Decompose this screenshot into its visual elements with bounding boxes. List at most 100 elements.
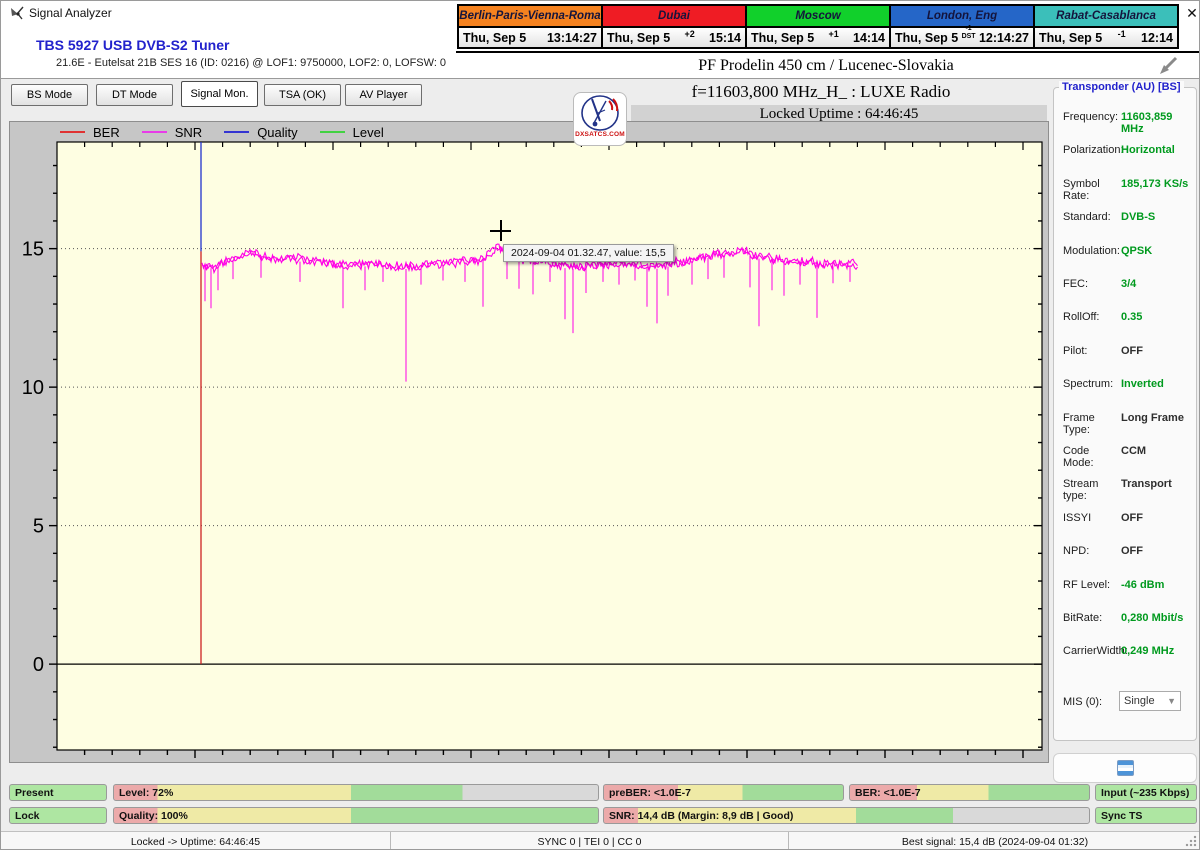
- clock-date: Thu, Sep 5: [751, 30, 815, 45]
- tab-dt-mode[interactable]: DT Mode: [96, 84, 173, 106]
- signal-title: f=11603,800 MHz_H_ : LUXE Radio: [691, 82, 951, 101]
- tp-row: Spectrum: Inverted: [1063, 378, 1193, 390]
- value-tooltip: 2024-09-04 01.32.47, value: 15,5: [503, 244, 674, 262]
- clock-city-name: Berlin-Paris-Vienna-Roma: [459, 6, 601, 28]
- clock-city-3: Moscow Thu, Sep 5 +1 14:14: [747, 6, 891, 47]
- clock-close-icon[interactable]: ✕: [1184, 5, 1199, 21]
- tp-field-label: Symbol Rate:: [1063, 177, 1100, 202]
- divider: [1, 78, 1199, 79]
- tp-field-value: 11603,859 MHz: [1121, 111, 1173, 135]
- clock-time-row: Thu, Sep 5 +1 14:14: [747, 28, 889, 47]
- tp-field-value: Horizontal: [1121, 144, 1175, 157]
- clock-city-name: Rabat-Casablanca: [1035, 6, 1177, 28]
- tp-field-label: CarrierWidth:: [1063, 645, 1128, 658]
- tp-field-label: ISSYI: [1063, 511, 1092, 524]
- gauge-preber: preBER: <1.0E-7: [603, 784, 844, 801]
- gauge-quality: Quality: 100%: [113, 807, 599, 824]
- tp-field-value: DVB-S: [1121, 211, 1156, 224]
- tp-field-label: Pilot:: [1063, 344, 1088, 357]
- clock-city-name: Moscow: [747, 6, 889, 28]
- clock-date: Thu, Sep 5: [1039, 30, 1103, 45]
- tp-field-value: OFF: [1121, 511, 1143, 524]
- tab-bs-mode[interactable]: BS Mode: [11, 84, 88, 106]
- tp-field-value: CCM: [1121, 445, 1147, 457]
- dst-offset: -1: [965, 25, 972, 33]
- status-sync: SYNC 0 | TEI 0 | CC 0: [391, 832, 789, 849]
- disk-icon[interactable]: [1116, 760, 1134, 776]
- tp-field-value: Long Frame: [1121, 411, 1184, 424]
- tp-field-label: NPD:: [1063, 545, 1090, 558]
- tp-field-label: Polarization:: [1063, 144, 1124, 157]
- mis-label: MIS (0):: [1063, 696, 1103, 708]
- clock-offset: +1: [828, 28, 839, 39]
- tp-field-value: OFF: [1121, 545, 1143, 558]
- gauge-ber: BER: <1.0E-7: [849, 784, 1090, 801]
- clock-date: Thu, Sep 5: [895, 30, 959, 45]
- tp-row: Frame Type: Long Frame: [1063, 412, 1193, 436]
- clock-city-name: Dubai: [603, 6, 745, 28]
- mis-dropdown[interactable]: Single ▼: [1119, 691, 1181, 711]
- clock-date: Thu, Sep 5: [607, 30, 671, 45]
- clock-offset: -1: [1117, 28, 1126, 39]
- clock-time: 12:14: [1141, 30, 1173, 45]
- tab-av-player[interactable]: AV Player: [345, 84, 422, 106]
- svg-text:0: 0: [33, 654, 44, 676]
- tp-row: Pilot: OFF: [1063, 345, 1193, 357]
- tp-row: Frequency: 11603,859 MHz: [1063, 111, 1193, 135]
- clock-time-row: Thu, Sep 5 13:14:27: [459, 28, 601, 47]
- svg-text:5: 5: [33, 516, 44, 538]
- tp-field-label: Stream type:: [1063, 478, 1099, 503]
- clock-date: Thu, Sep 5: [463, 30, 527, 45]
- tab-signal-mon[interactable]: Signal Mon.: [181, 81, 258, 107]
- clock-time-row: Thu, Sep 5 -1 DST 12:14:27: [891, 25, 1033, 47]
- tp-row: RollOff: 0.35: [1063, 311, 1193, 323]
- tp-row: NPD: OFF: [1063, 545, 1193, 557]
- tp-field-label: Code Mode:: [1063, 445, 1094, 469]
- tp-row: CarrierWidth: 0,249 MHz: [1063, 645, 1193, 657]
- clock-city-2: Dubai Thu, Sep 5 +2 15:14: [603, 6, 747, 47]
- tp-field-value: Transport: [1121, 478, 1172, 491]
- tp-field-label: Spectrum:: [1063, 378, 1114, 391]
- tp-field-value: QPSK: [1121, 244, 1153, 257]
- tp-row: Standard: DVB-S: [1063, 211, 1193, 223]
- resize-grip[interactable]: [1185, 835, 1197, 847]
- chevron-down-icon: ▼: [1167, 696, 1176, 706]
- signal-chart-area: BER SNR Quality Level 0 5 10 15: [9, 121, 1049, 763]
- tp-field-label: RollOff:: [1063, 311, 1100, 324]
- logo-text: DXSATCS.COM: [575, 131, 625, 138]
- gauge-sync-ts: Sync TS: [1095, 807, 1197, 824]
- tp-field-label: FEC:: [1063, 278, 1089, 290]
- snapshot-box: [1053, 753, 1197, 783]
- tp-field-label: Modulation:: [1063, 244, 1120, 257]
- tp-row: Modulation: QPSK: [1063, 245, 1193, 257]
- dxsatcs-logo: DXSATCS.COM: [573, 92, 627, 146]
- clock-city-4: London, Eng Thu, Sep 5 -1 DST 12:14:27: [891, 6, 1035, 47]
- tp-field-label: BitRate:: [1063, 612, 1103, 624]
- site-dish-title: PF Prodelin 450 cm / Lucenec-Slovakia: [698, 57, 954, 74]
- clock-time: 13:14:27: [546, 30, 597, 45]
- gauge-lock: Lock: [9, 807, 107, 824]
- tp-field-value: OFF: [1121, 344, 1143, 357]
- window-title: Signal Analyzer: [29, 6, 112, 20]
- tp-row: Polarization: Horizontal: [1063, 144, 1193, 156]
- clock-time-row: Thu, Sep 5 -1 12:14: [1035, 28, 1177, 47]
- gauge-level: Level: 72%: [113, 784, 599, 801]
- tp-field-value: 0.35: [1121, 311, 1143, 324]
- signal-analyzer-window: Signal Analyzer TBS 5927 USB DVB-S2 Tune…: [0, 0, 1200, 850]
- clock-offset: +2: [684, 28, 695, 39]
- tp-row: BitRate: 0,280 Mbit/s: [1063, 612, 1193, 624]
- svg-text:15: 15: [22, 239, 44, 261]
- tp-row: Symbol Rate: 185,173 KS/s: [1063, 178, 1193, 202]
- clock-city-1: Berlin-Paris-Vienna-Roma Thu, Sep 5 13:14:…: [459, 6, 603, 47]
- tp-field-value: 185,173 KS/s: [1121, 177, 1189, 190]
- status-uptime: Locked -> Uptime: 64:46:45: [1, 832, 391, 849]
- world-clock-panel: Berlin-Paris-Vienna-Roma Thu, Sep 5 13:14:…: [457, 4, 1179, 49]
- tp-field-value: 0,280 Mbit/s: [1121, 612, 1184, 624]
- svg-text:10: 10: [22, 377, 44, 399]
- tp-row: Code Mode: CCM: [1063, 445, 1193, 469]
- clock-time: 12:14:27: [978, 30, 1029, 45]
- transponder-panel-title: Transponder (AU) [BS]: [1059, 81, 1184, 93]
- tab-tsa-ok[interactable]: TSA (OK): [264, 84, 341, 106]
- tp-row: RF Level: -46 dBm: [1063, 579, 1193, 591]
- mis-value: Single: [1124, 695, 1155, 707]
